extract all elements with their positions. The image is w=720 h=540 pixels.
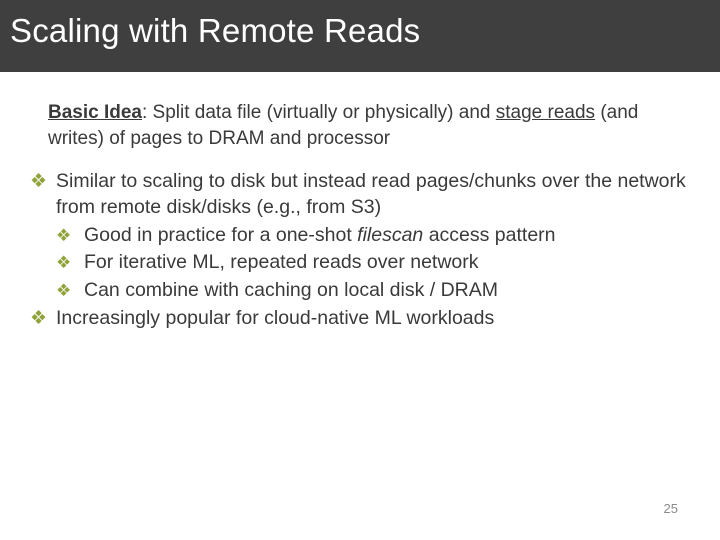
- point-1: Similar to scaling to disk but instead r…: [56, 169, 690, 220]
- intro-text-1: : Split data file (virtually or physical…: [142, 102, 496, 123]
- point-1-sub-3: Can combine with caching on local disk /…: [84, 278, 690, 304]
- list-item: ❖ Can combine with caching on local disk…: [56, 278, 690, 304]
- slide-title: Scaling with Remote Reads: [10, 12, 710, 50]
- diamond-bullet-icon: ❖: [56, 278, 84, 302]
- intro-underline: stage reads: [496, 102, 595, 123]
- sub-text: access pattern: [423, 224, 555, 246]
- point-2: Increasingly popular for cloud-native ML…: [56, 306, 690, 332]
- sub-text-italic: filescan: [357, 224, 423, 246]
- list-item: ❖ For iterative ML, repeated reads over …: [56, 250, 690, 276]
- list-item: ❖ Increasingly popular for cloud-native …: [30, 306, 690, 332]
- list-item: ❖ Good in practice for a one-shot filesc…: [56, 223, 690, 249]
- sub-text: Good in practice for a one-shot: [84, 224, 357, 246]
- intro-block: Basic Idea: Split data file (virtually o…: [48, 100, 672, 151]
- page-number: 25: [664, 501, 678, 516]
- intro-label: Basic Idea: [48, 102, 142, 123]
- diamond-bullet-icon: ❖: [56, 250, 84, 274]
- list-item: ❖ Similar to scaling to disk but instead…: [30, 169, 690, 220]
- body-block: ❖ Similar to scaling to disk but instead…: [30, 169, 690, 331]
- slide: Scaling with Remote Reads Basic Idea: Sp…: [0, 0, 720, 540]
- diamond-bullet-icon: ❖: [56, 223, 84, 247]
- point-1-sub-1: Good in practice for a one-shot filescan…: [84, 223, 690, 249]
- title-bar: Scaling with Remote Reads: [0, 0, 720, 72]
- diamond-bullet-icon: ❖: [30, 169, 56, 194]
- diamond-bullet-icon: ❖: [30, 306, 56, 331]
- point-1-sub-2: For iterative ML, repeated reads over ne…: [84, 250, 690, 276]
